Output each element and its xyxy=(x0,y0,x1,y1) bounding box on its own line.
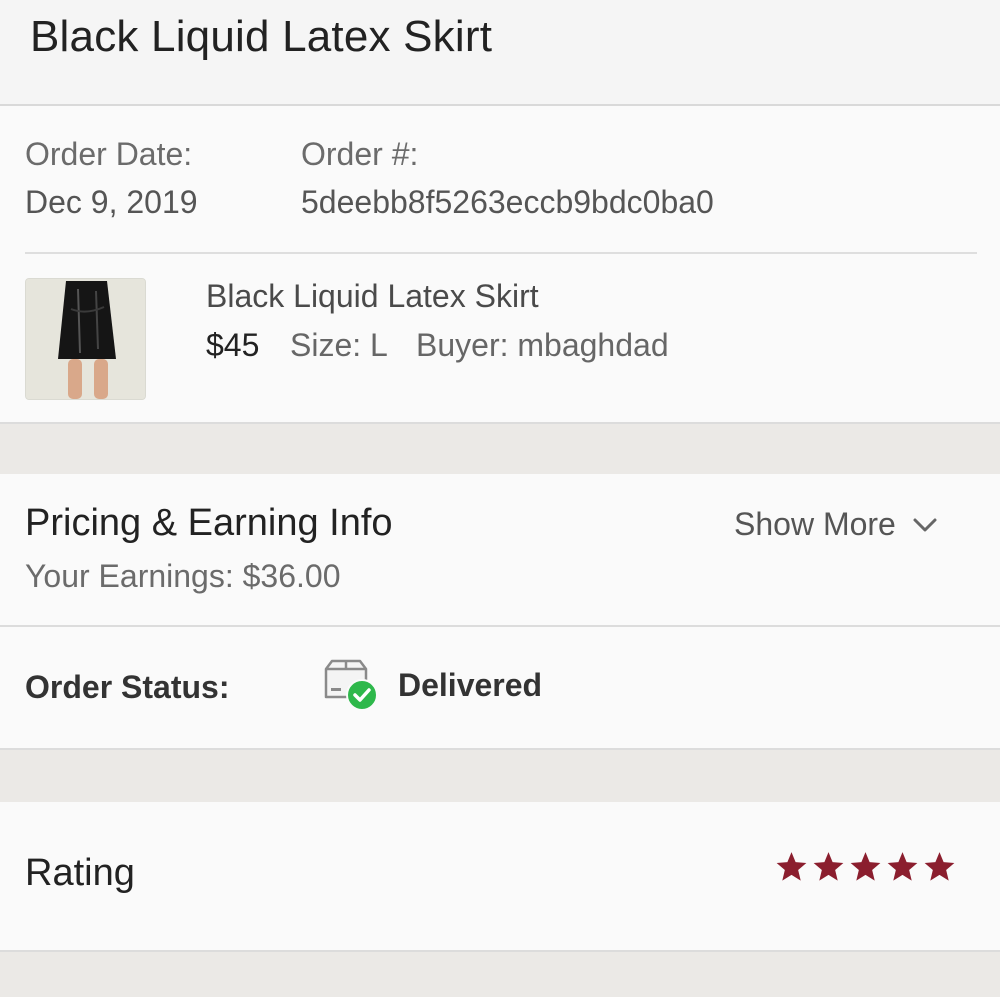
order-date-value: Dec 9, 2019 xyxy=(25,184,198,220)
chevron-down-icon xyxy=(913,518,937,531)
order-number-label: Order #: xyxy=(301,136,419,172)
order-summary-card: Order Date: Dec 9, 2019 Order #: 5deebb8… xyxy=(0,106,1000,424)
page-header: Black Liquid Latex Skirt xyxy=(0,0,1000,106)
item-name: Black Liquid Latex Skirt xyxy=(206,278,539,314)
item-size: Size: L xyxy=(290,327,388,363)
item-buyer: Buyer: mbaghdad xyxy=(416,327,669,363)
item-price: $45 xyxy=(206,327,260,363)
star-rating xyxy=(774,850,957,884)
pricing-title: Pricing & Earning Info xyxy=(25,502,393,544)
order-status-card: Order Status: Delivered xyxy=(0,627,1000,750)
earnings-text: Your Earnings: $36.00 xyxy=(25,558,341,594)
star-icon xyxy=(776,852,807,881)
rating-label: Rating xyxy=(25,852,135,894)
skirt-image xyxy=(26,279,145,399)
page-title: Black Liquid Latex Skirt xyxy=(30,12,493,61)
show-more-label: Show More xyxy=(734,506,896,542)
show-more-button[interactable]: Show More xyxy=(734,506,938,543)
order-status-value: Delivered xyxy=(398,667,543,703)
pricing-card: Pricing & Earning Info Your Earnings: $3… xyxy=(0,474,1000,627)
star-icon xyxy=(887,852,918,881)
star-icon xyxy=(813,852,844,881)
divider xyxy=(25,252,977,254)
order-status-label: Order Status: xyxy=(25,669,230,705)
star-icon xyxy=(924,852,955,881)
box-check-icon xyxy=(324,659,378,711)
star-icon xyxy=(850,852,881,881)
rating-card: Rating xyxy=(0,802,1000,952)
item-thumbnail[interactable] xyxy=(25,278,146,400)
order-number-value: 5deebb8f5263eccb9bdc0ba0 xyxy=(301,184,714,220)
order-date-label: Order Date: xyxy=(25,136,193,172)
